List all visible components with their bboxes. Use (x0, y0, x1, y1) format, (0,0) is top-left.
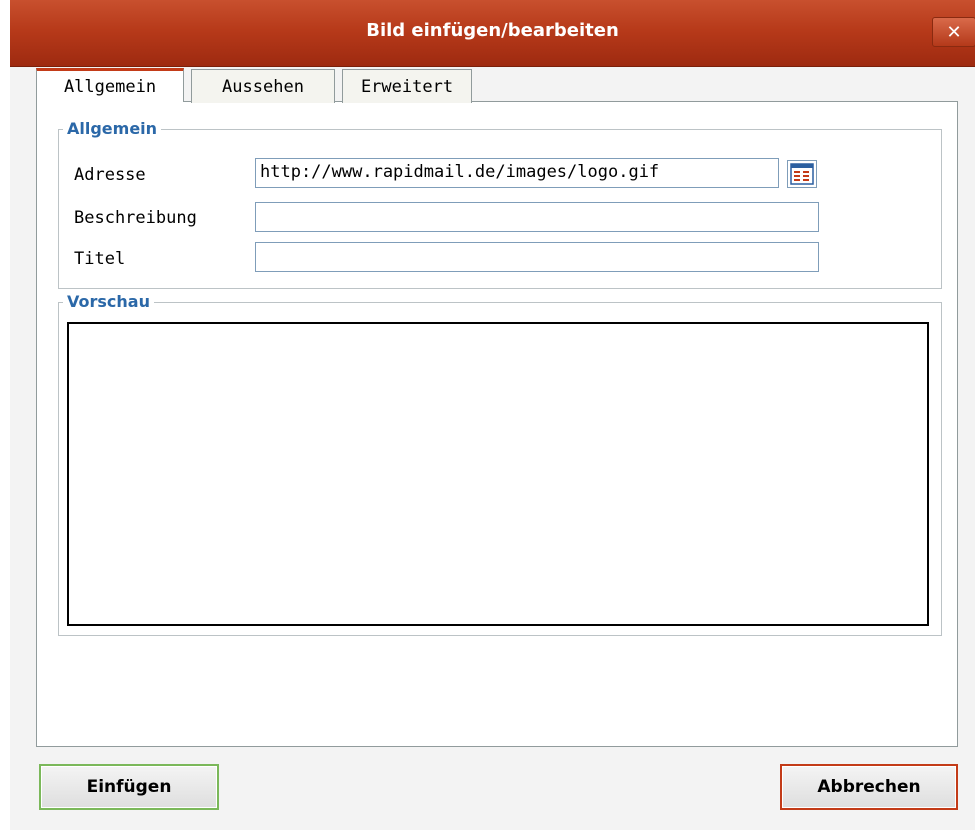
dialog-titlebar: Bild einfügen/bearbeiten ✕ (10, 0, 975, 67)
description-input[interactable] (255, 202, 819, 232)
cancel-button[interactable]: Abbrechen (780, 764, 958, 810)
address-input[interactable]: http://www.rapidmail.de/images/logo.gif (255, 158, 779, 188)
title-input[interactable] (255, 242, 819, 272)
tab-erweitert[interactable]: Erweitert (342, 69, 472, 103)
browse-icon[interactable] (787, 160, 817, 188)
tab-aussehen[interactable]: Aussehen (191, 69, 335, 103)
address-label: Adresse (74, 165, 146, 185)
preview-box (67, 322, 929, 626)
close-icon: ✕ (946, 21, 962, 43)
tab-allgemein[interactable]: Allgemein (36, 68, 184, 102)
title-label: Titel (74, 249, 126, 269)
preview-legend: Vorschau (63, 293, 154, 311)
close-button[interactable]: ✕ (932, 17, 975, 47)
general-legend: Allgemein (63, 120, 162, 138)
dialog-title: Bild einfügen/bearbeiten (366, 20, 619, 41)
insert-button[interactable]: Einfügen (39, 764, 219, 810)
description-label: Beschreibung (74, 208, 197, 228)
